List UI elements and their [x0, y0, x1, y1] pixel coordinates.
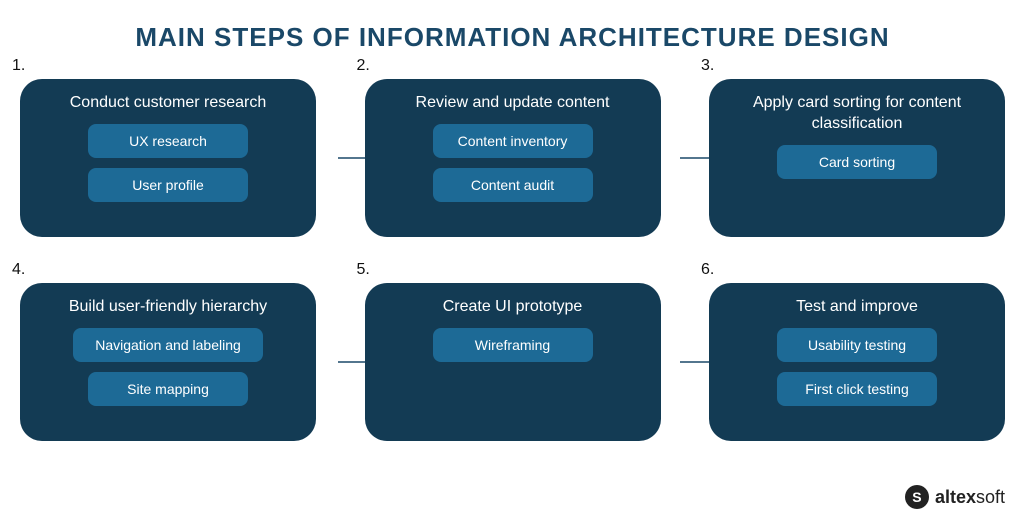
diagram-row-1: 1. Conduct customer research UX research… [20, 79, 1005, 237]
pill: Card sorting [777, 145, 937, 179]
step-4: 4. Build user-friendly hierarchy Navigat… [20, 283, 316, 441]
pill: Content audit [433, 168, 593, 202]
step-card: Build user-friendly hierarchy Navigation… [20, 283, 316, 441]
step-card: Apply card sorting for content classific… [709, 79, 1005, 237]
brand-footer: S altexsoft [905, 485, 1005, 509]
pill: First click testing [777, 372, 937, 406]
pill: Wireframing [433, 328, 593, 362]
pill: UX research [88, 124, 248, 158]
pill-list: Card sorting [725, 145, 989, 179]
step-number: 4. [12, 261, 25, 279]
pill-list: Wireframing [381, 328, 645, 362]
step-title: Test and improve [796, 297, 918, 318]
step-number: 3. [701, 57, 714, 75]
diagram-grid: 1. Conduct customer research UX research… [0, 79, 1025, 441]
page-title: MAIN STEPS OF INFORMATION ARCHITECTURE D… [0, 0, 1025, 61]
pill: Site mapping [88, 372, 248, 406]
brand-name: altexsoft [935, 487, 1005, 508]
step-3: 3. Apply card sorting for content classi… [709, 79, 1005, 237]
step-6: 6. Test and improve Usability testing Fi… [709, 283, 1005, 441]
step-title: Apply card sorting for content classific… [725, 93, 989, 135]
step-number: 5. [357, 261, 370, 279]
pill: Usability testing [777, 328, 937, 362]
step-card: Review and update content Content invent… [365, 79, 661, 237]
pill: Content inventory [433, 124, 593, 158]
pill: Navigation and labeling [73, 328, 263, 362]
step-number: 2. [357, 57, 370, 75]
pill-list: Usability testing First click testing [725, 328, 989, 406]
step-title: Build user-friendly hierarchy [69, 297, 267, 318]
step-card: Create UI prototype Wireframing [365, 283, 661, 441]
step-card: Test and improve Usability testing First… [709, 283, 1005, 441]
step-2: 2. Review and update content Content inv… [365, 79, 661, 237]
step-title: Conduct customer research [70, 93, 267, 114]
step-title: Review and update content [416, 93, 610, 114]
pill-list: Content inventory Content audit [381, 124, 645, 202]
step-5: 5. Create UI prototype Wireframing [365, 283, 661, 441]
pill-list: Navigation and labeling Site mapping [36, 328, 300, 406]
step-title: Create UI prototype [443, 297, 583, 318]
step-card: Conduct customer research UX research Us… [20, 79, 316, 237]
step-number: 1. [12, 57, 25, 75]
diagram-row-2: 4. Build user-friendly hierarchy Navigat… [20, 283, 1005, 441]
step-1: 1. Conduct customer research UX research… [20, 79, 316, 237]
pill: User profile [88, 168, 248, 202]
step-number: 6. [701, 261, 714, 279]
pill-list: UX research User profile [36, 124, 300, 202]
brand-logo-icon: S [905, 485, 929, 509]
